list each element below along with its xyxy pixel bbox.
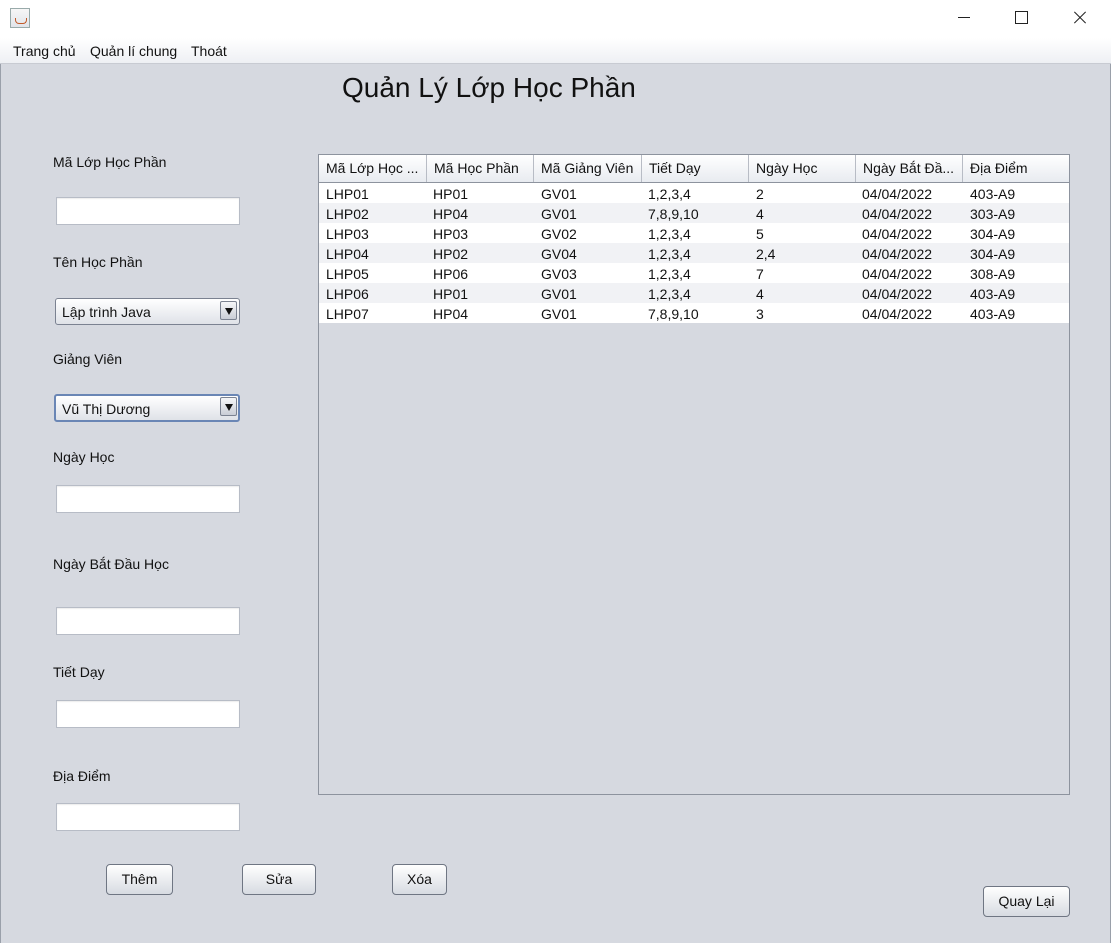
table-cell: 04/04/2022 bbox=[862, 226, 933, 242]
column-header[interactable]: Ngày Bắt Đầ... bbox=[856, 155, 963, 182]
table-cell: LHP02 bbox=[326, 206, 369, 222]
java-coffee-icon bbox=[10, 8, 30, 28]
ten-hoc-phan-value: Lập trình Java bbox=[62, 304, 151, 320]
menu-thoat[interactable]: Thoát bbox=[191, 43, 227, 59]
table-cell: 1,2,3,4 bbox=[648, 246, 691, 262]
maximize-icon[interactable] bbox=[998, 0, 1044, 36]
table-row[interactable]: LHP03 HP03 GV02 1,2,3,4 5 04/04/2022 304… bbox=[319, 223, 1069, 243]
ten-hoc-phan-label: Tên Học Phần bbox=[53, 254, 143, 270]
table-cell: HP04 bbox=[433, 306, 469, 322]
column-header[interactable]: Địa Điểm bbox=[963, 155, 1069, 182]
table-cell: GV01 bbox=[541, 286, 577, 302]
table-row[interactable]: LHP01 HP01 GV01 1,2,3,4 2 04/04/2022 403… bbox=[319, 183, 1069, 203]
table-cell: 7,8,9,10 bbox=[648, 206, 699, 222]
table-cell: 303-A9 bbox=[970, 206, 1016, 222]
dia-diem-input[interactable] bbox=[56, 803, 240, 831]
giang-vien-value: Vũ Thị Dương bbox=[62, 401, 151, 417]
sua-button[interactable]: Sửa bbox=[242, 864, 316, 895]
table-cell: LHP07 bbox=[326, 306, 369, 322]
table-cell: 403-A9 bbox=[970, 306, 1016, 322]
table-row[interactable]: LHP02 HP04 GV01 7,8,9,10 4 04/04/2022 30… bbox=[319, 203, 1069, 223]
ngay-bat-dau-label: Ngày Bắt Đầu Học bbox=[53, 556, 169, 572]
table-row[interactable]: LHP06 HP01 GV01 1,2,3,4 4 04/04/2022 403… bbox=[319, 283, 1069, 303]
xoa-button[interactable]: Xóa bbox=[392, 864, 447, 895]
table-cell: 7,8,9,10 bbox=[648, 306, 699, 322]
close-icon[interactable] bbox=[1056, 0, 1102, 36]
table-cell: 1,2,3,4 bbox=[648, 186, 691, 202]
table-cell: 04/04/2022 bbox=[862, 266, 933, 282]
table-cell: 1,2,3,4 bbox=[648, 286, 691, 302]
table-cell: 7 bbox=[756, 266, 764, 282]
dia-diem-label: Địa Điểm bbox=[53, 768, 111, 784]
table-cell: 304-A9 bbox=[970, 226, 1016, 242]
ten-hoc-phan-select[interactable]: Lập trình Java bbox=[55, 298, 240, 325]
table-cell: LHP01 bbox=[326, 186, 369, 202]
table-cell: GV03 bbox=[541, 266, 577, 282]
table-cell: 4 bbox=[756, 286, 764, 302]
page-title: Quản Lý Lớp Học Phần bbox=[342, 72, 636, 103]
tiet-day-input[interactable] bbox=[56, 700, 240, 728]
table-cell: 2 bbox=[756, 186, 764, 202]
table-row[interactable]: LHP04 HP02 GV04 1,2,3,4 2,4 04/04/2022 3… bbox=[319, 243, 1069, 263]
table-cell: 5 bbox=[756, 226, 764, 242]
table-cell: 04/04/2022 bbox=[862, 206, 933, 222]
table-cell: 1,2,3,4 bbox=[648, 266, 691, 282]
quay-lai-button[interactable]: Quay Lại bbox=[983, 886, 1070, 917]
table-cell: GV01 bbox=[541, 186, 577, 202]
table-cell: 04/04/2022 bbox=[862, 186, 933, 202]
tiet-day-label: Tiết Dạy bbox=[53, 664, 105, 680]
column-header[interactable]: Mã Giảng Viên bbox=[534, 155, 642, 182]
table-header: Mã Lớp Học ... Mã Học Phần Mã Giảng Viên… bbox=[319, 155, 1069, 183]
minimize-icon[interactable] bbox=[940, 0, 986, 36]
table-cell: LHP06 bbox=[326, 286, 369, 302]
frame-border bbox=[0, 64, 1, 943]
chevron-down-icon[interactable] bbox=[220, 397, 237, 416]
column-header[interactable]: Tiết Dạy bbox=[642, 155, 749, 182]
class-table[interactable]: Mã Lớp Học ... Mã Học Phần Mã Giảng Viên… bbox=[318, 154, 1070, 795]
menu-bar: Trang chủ Quản lí chung Thoát bbox=[0, 38, 1111, 64]
table-cell: 3 bbox=[756, 306, 764, 322]
column-header[interactable]: Ngày Học bbox=[749, 155, 856, 182]
table-cell: HP06 bbox=[433, 266, 469, 282]
table-cell: 2,4 bbox=[756, 246, 776, 262]
table-cell: HP04 bbox=[433, 206, 469, 222]
table-cell: 04/04/2022 bbox=[862, 306, 933, 322]
menu-quan-li-chung[interactable]: Quản lí chung bbox=[90, 43, 177, 59]
ma-lop-label: Mã Lớp Học Phần bbox=[53, 154, 167, 170]
table-cell: 403-A9 bbox=[970, 186, 1016, 202]
table-cell: 04/04/2022 bbox=[862, 286, 933, 302]
menu-trang-chu[interactable]: Trang chủ bbox=[13, 43, 76, 59]
table-cell: LHP05 bbox=[326, 266, 369, 282]
ngay-hoc-input[interactable] bbox=[56, 485, 240, 513]
table-cell: HP01 bbox=[433, 286, 469, 302]
table-cell: GV01 bbox=[541, 306, 577, 322]
table-cell: 4 bbox=[756, 206, 764, 222]
giang-vien-select[interactable]: Vũ Thị Dương bbox=[54, 394, 240, 422]
table-body: LHP01 HP01 GV01 1,2,3,4 2 04/04/2022 403… bbox=[319, 183, 1069, 323]
ma-lop-input[interactable] bbox=[56, 197, 240, 225]
column-header[interactable]: Mã Lớp Học ... bbox=[319, 155, 427, 182]
table-row[interactable]: LHP07 HP04 GV01 7,8,9,10 3 04/04/2022 40… bbox=[319, 303, 1069, 323]
table-cell: GV04 bbox=[541, 246, 577, 262]
table-cell: 1,2,3,4 bbox=[648, 226, 691, 242]
table-cell: LHP04 bbox=[326, 246, 369, 262]
them-button[interactable]: Thêm bbox=[106, 864, 173, 895]
table-cell: 308-A9 bbox=[970, 266, 1016, 282]
table-cell: GV02 bbox=[541, 226, 577, 242]
ngay-hoc-label: Ngày Học bbox=[53, 449, 115, 465]
table-cell: 304-A9 bbox=[970, 246, 1016, 262]
column-header[interactable]: Mã Học Phần bbox=[427, 155, 534, 182]
table-cell: HP01 bbox=[433, 186, 469, 202]
window-title-bar bbox=[0, 0, 1111, 38]
table-cell: 403-A9 bbox=[970, 286, 1016, 302]
table-cell: HP03 bbox=[433, 226, 469, 242]
table-row[interactable]: LHP05 HP06 GV03 1,2,3,4 7 04/04/2022 308… bbox=[319, 263, 1069, 283]
ngay-bat-dau-input[interactable] bbox=[56, 607, 240, 635]
table-cell: GV01 bbox=[541, 206, 577, 222]
chevron-down-icon[interactable] bbox=[220, 301, 237, 320]
table-cell: LHP03 bbox=[326, 226, 369, 242]
giang-vien-label: Giảng Viên bbox=[53, 351, 123, 367]
table-cell: 04/04/2022 bbox=[862, 246, 933, 262]
table-cell: HP02 bbox=[433, 246, 469, 262]
